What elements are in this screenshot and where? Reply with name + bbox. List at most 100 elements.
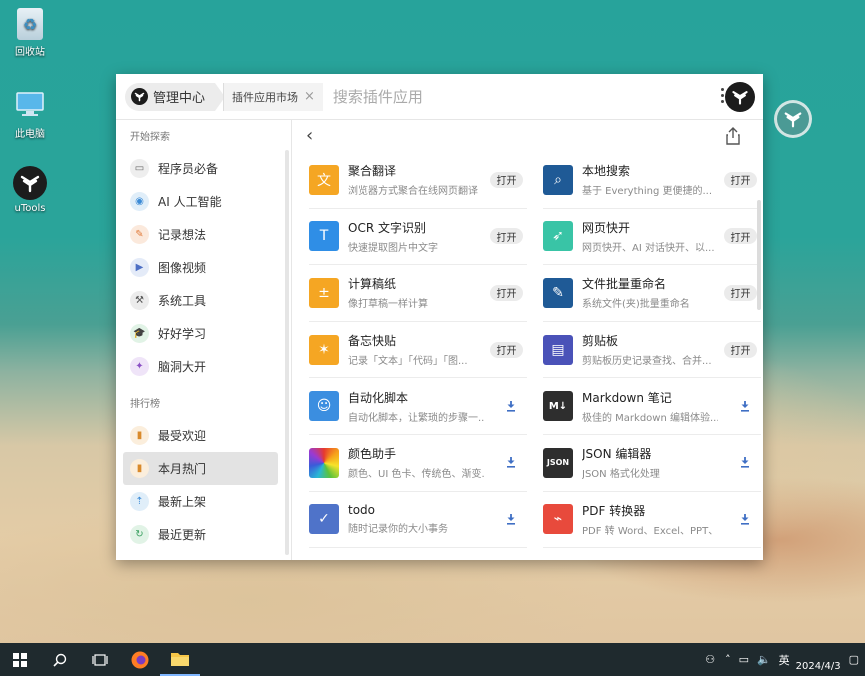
share-icon[interactable] — [725, 127, 743, 145]
open-button[interactable]: 打开 — [724, 341, 757, 358]
notification-icon[interactable]: ▢ — [849, 653, 859, 666]
plugin-item[interactable]: T OCR 文字识别 快速提取图片中文字 打开 — [309, 209, 527, 266]
plugin-item[interactable]: ✓ todo 随时记录你的大小事务 — [309, 492, 527, 549]
search-input[interactable] — [332, 87, 693, 106]
tab-plugin-market[interactable]: 插件应用市场 × — [223, 82, 323, 111]
tab-label: 管理中心 — [153, 91, 206, 106]
taskbar-clock[interactable]: 2024/4/3 — [796, 647, 841, 673]
download-icon[interactable] — [503, 455, 519, 471]
sidebar-item-recent-update[interactable]: ↻ 最近更新 — [123, 518, 278, 551]
sidebar-item-label: 最新上架 — [158, 495, 207, 509]
close-icon[interactable]: × — [304, 89, 315, 104]
chevron-up-icon[interactable]: ˄ — [725, 653, 731, 666]
plugin-name: PDF 转换器 — [582, 503, 646, 518]
bar-chart-icon: ▮ — [130, 459, 149, 478]
plugin-item[interactable]: ⌕ 本地搜索 基于 Everything 更便捷的... 打开 — [543, 152, 761, 209]
plugin-item[interactable]: ✶ 备忘快贴 记录「文本」「代码」「图... 打开 — [309, 322, 527, 379]
input-method-indicator[interactable]: 英 — [779, 652, 790, 668]
tab-label: 插件应用市场 — [232, 90, 299, 104]
desktop-icon-utools[interactable]: uTools — [0, 166, 60, 214]
sidebar-item-label: 系统工具 — [158, 294, 207, 308]
plugin-item[interactable]: 文聚合翻译 浏览器方式聚合在线网页翻译 打开 — [309, 152, 527, 209]
sidebar-item-ideas[interactable]: ✦ 脑洞大开 — [123, 350, 278, 383]
open-button[interactable]: 打开 — [490, 171, 523, 188]
taskbar: ⚇ ˄ ▭ 🔈 英 2024/4/3 ▢ — [0, 643, 865, 676]
plugin-description: 自动化脚本，让繁琐的步骤一... — [348, 412, 484, 424]
download-icon[interactable] — [737, 398, 753, 414]
plugin-item[interactable]: ⌁ PDF 转换器 PDF 转 Word、Excel、PPT、... — [543, 492, 761, 549]
volume-icon[interactable]: 🔈 — [757, 653, 771, 666]
plugin-item[interactable]: ✎ 文件批量重命名 系统文件(夹)批量重命名 打开 — [543, 265, 761, 322]
utools-floating-ball-icon[interactable] — [774, 100, 812, 138]
open-button[interactable]: 打开 — [724, 284, 757, 301]
file-explorer-icon[interactable] — [160, 643, 200, 676]
plugin-description: PDF 转 Word、Excel、PPT、... — [582, 525, 718, 537]
ocr-icon: T — [309, 221, 339, 252]
sidebar-item-monthly-hot[interactable]: ▮ 本月热门 — [123, 452, 278, 485]
download-icon[interactable] — [503, 398, 519, 414]
monitor-icon: ▭ — [130, 159, 149, 178]
sidebar-item-label: 好好学习 — [158, 327, 207, 341]
taskbar-date: 2024/4/3 — [795, 660, 841, 672]
plugin-name: 颜色助手 — [348, 447, 397, 462]
plugin-name: 剪贴板 — [582, 334, 619, 349]
desktop-icon-this-pc[interactable]: 此电脑 — [0, 88, 60, 140]
plugin-item[interactable]: ▤ 剪贴板 剪贴板历史记录查找、合并... 打开 — [543, 322, 761, 379]
plugin-description: 像打草稿一样计算 — [348, 299, 428, 311]
open-button[interactable]: 打开 — [724, 171, 757, 188]
task-view-icon[interactable] — [80, 643, 120, 676]
plugin-name: Markdown 笔记 — [582, 390, 672, 405]
plugin-item[interactable]: ➶ 网页快开 网页快开、AI 对话快开、以... 打开 — [543, 209, 761, 266]
sidebar-item-programmer[interactable]: ▭ 程序员必备 — [123, 152, 278, 185]
desktop-icon-label: 回收站 — [15, 47, 45, 58]
refresh-icon: ↻ — [130, 525, 149, 544]
content-scrollbar[interactable] — [757, 200, 761, 310]
sidebar-item-popular[interactable]: ▮ 最受欢迎 — [123, 419, 278, 452]
open-button[interactable]: 打开 — [724, 228, 757, 245]
translate-icon: 文 — [309, 164, 339, 195]
plugin-grid: 文聚合翻译 浏览器方式聚合在线网页翻译 打开 ⌕ 本地搜索 基于 Everything 更… — [292, 152, 763, 549]
window-header: 管理中心 插件应用市场 × — [116, 74, 763, 120]
desktop-icon-recycle-bin[interactable]: ♻ 回收站 — [0, 8, 60, 58]
sidebar-item-ai[interactable]: ◉ AI 人工智能 — [123, 185, 278, 218]
sidebar-item-newest[interactable]: ⇡ 最新上架 — [123, 485, 278, 518]
computer-icon — [13, 88, 47, 122]
plugin-item[interactable]: ☺ 自动化脚本 自动化脚本，让繁琐的步骤一... — [309, 378, 527, 435]
check-icon: ✓ — [309, 504, 339, 535]
plugin-item[interactable]: 颜色助手 颜色、UI 色卡、传统色、渐变... — [309, 435, 527, 492]
utools-logo-icon — [13, 166, 47, 200]
people-icon[interactable]: ⚇ — [705, 653, 715, 666]
open-button[interactable]: 打开 — [490, 284, 523, 301]
upload-icon: ⇡ — [130, 492, 149, 511]
plugin-description: 网页快开、AI 对话快开、以... — [582, 242, 715, 254]
plugin-item[interactable]: JSON JSON 编辑器 JSON 格式化处理 — [543, 435, 761, 492]
sidebar-item-image-video[interactable]: ▶ 图像视频 — [123, 251, 278, 284]
sidebar-item-notes[interactable]: ✎ 记录想法 — [123, 218, 278, 251]
section-title-explore: 开始探索 — [130, 132, 170, 143]
sidebar-scrollbar[interactable] — [285, 150, 289, 555]
network-icon[interactable]: ▭ — [739, 653, 749, 666]
plugin-item[interactable]: ± 计算稿纸 像打草稿一样计算 打开 — [309, 265, 527, 322]
open-button[interactable]: 打开 — [490, 341, 523, 358]
sidebar-item-system-tools[interactable]: ⚒ 系统工具 — [123, 284, 278, 317]
sidebar-item-label: AI 人工智能 — [158, 195, 222, 209]
download-icon[interactable] — [737, 455, 753, 471]
utools-logo-button[interactable] — [725, 82, 755, 112]
firefox-icon[interactable] — [120, 643, 160, 676]
windows-start-icon[interactable] — [0, 643, 40, 676]
tab-management-center[interactable]: 管理中心 — [125, 82, 216, 111]
sidebar-item-learning[interactable]: 🎓 好好学习 — [123, 317, 278, 350]
search-icon[interactable] — [40, 643, 80, 676]
download-icon[interactable] — [503, 511, 519, 527]
open-button[interactable]: 打开 — [490, 228, 523, 245]
rocket-icon: ➶ — [543, 221, 573, 252]
calculator-icon: ± — [309, 277, 339, 308]
toolbox-icon: ⚒ — [130, 291, 149, 310]
download-icon[interactable] — [737, 511, 753, 527]
bulb-icon: ✦ — [130, 357, 149, 376]
plugin-description: 极佳的 Markdown 编辑体验... — [582, 412, 718, 424]
back-arrow-icon[interactable]: ‹ — [306, 127, 313, 145]
plugin-description: 基于 Everything 更便捷的... — [582, 186, 713, 198]
plugin-description: 记录「文本」「代码」「图... — [348, 356, 468, 368]
plugin-item[interactable]: M↓ Markdown 笔记 极佳的 Markdown 编辑体验... — [543, 378, 761, 435]
